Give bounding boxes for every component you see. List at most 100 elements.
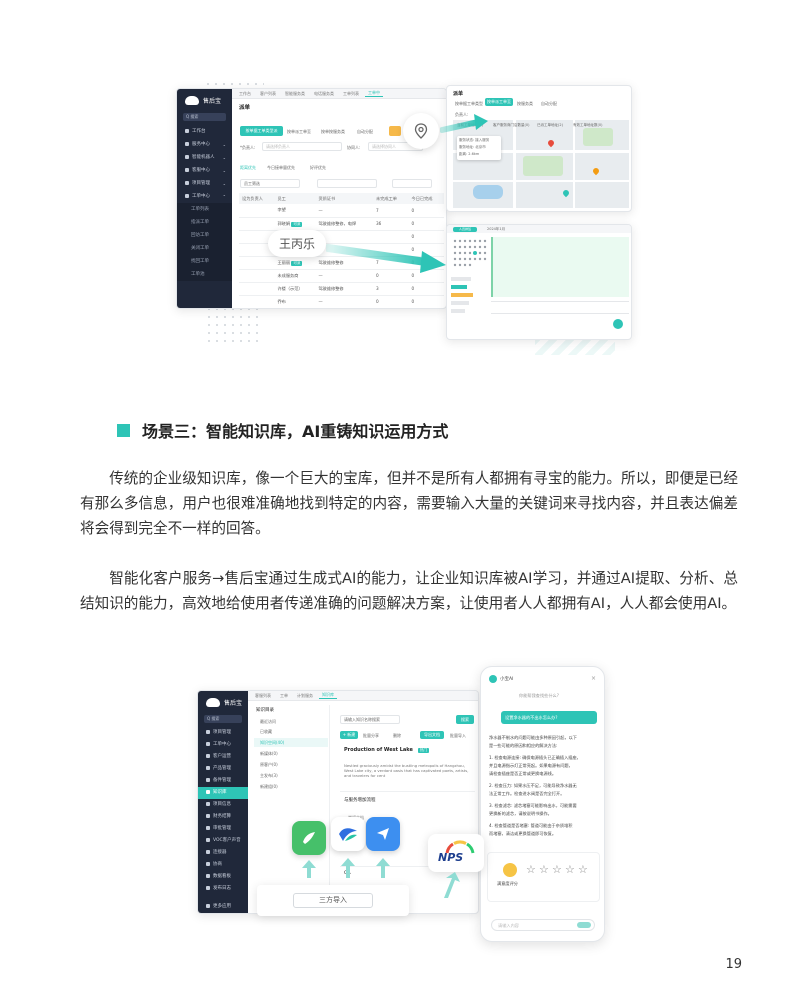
map-pin-icon[interactable] [546,138,556,148]
export-button[interactable]: 导出文档 [420,731,444,739]
filter-select-3[interactable] [392,179,432,188]
sidebar-item[interactable]: 客户运营 [198,751,248,763]
ai-chat-panel: 小宝AI × 你能帮我查找些什么? 设置净水器的不出水怎么办? 净水器不制水的问… [480,666,605,942]
sidebar-item-workbench[interactable]: 工作台 [177,125,232,138]
chat-input[interactable]: 请输入内容 [491,919,595,931]
search-input[interactable]: 请输入知识名称搜索 [340,715,400,724]
import-batch-button[interactable]: 批量导入 [450,733,466,739]
staff-filter-select[interactable]: 员工筛选 [240,179,300,188]
import-card: 三方导入 [257,885,409,916]
filter-tab[interactable]: 按单按服务类 [321,129,345,135]
tree-item[interactable]: 原客户(0) [260,762,278,768]
star-icon[interactable]: ☆ [539,863,549,876]
bottom-tabbar: 客服列表 工单 计划服务 知识库 [248,691,478,701]
chip-today[interactable]: 今日接单量优先 [267,165,295,171]
sidebar-item[interactable]: 项目管理 [198,727,248,739]
sidebar-item-revisit[interactable]: 回访工单 [177,229,232,242]
third-party-import-button[interactable]: 三方导入 [293,893,373,908]
tab[interactable]: 客服列表 [252,693,274,699]
search-button[interactable]: 搜索 [456,715,474,724]
sidebar-item[interactable]: 数据看板 [198,871,248,883]
map-tab[interactable]: 按服务类 [517,101,533,107]
filter-select-2[interactable] [317,179,377,188]
sidebar-item[interactable]: 协商 [198,859,248,871]
star-icon[interactable]: ☆ [578,863,588,876]
answer-line: 3. 检查滤芯: 滤芯堵塞可能影响出水，可能需要 [489,803,577,808]
sidebar-item-closed[interactable]: 关闭工单 [177,242,232,255]
tab-active[interactable]: 工单中 [365,90,383,97]
send-icon[interactable] [577,922,591,928]
sidebar-item-knowledge[interactable]: 知识库 [198,787,248,799]
tree-item[interactable]: 新建组(0) [260,784,278,790]
tab-active[interactable]: 知识库 [319,692,337,699]
tab[interactable]: 计划服务 [294,693,316,699]
sidebar-search[interactable]: Q 搜索 [204,715,242,723]
tree-item[interactable]: 新媒体(0) [260,751,278,757]
sidebar-item-more[interactable]: 更多应用 [198,901,248,913]
article-title[interactable]: Production of West Lake [344,747,413,753]
schedule-block[interactable] [491,237,629,297]
new-button[interactable]: + 新建 [340,731,358,739]
article-title[interactable]: 与服务增加流程 [344,797,376,803]
table-cell: — [315,204,374,218]
tab[interactable]: 工作台 [236,91,254,97]
tree-item-active[interactable]: 知识空间(40) [260,740,284,746]
sidebar-item-project[interactable]: 项目管理 ⌄ [177,177,232,190]
chevron-down-icon: ⌄ [222,142,226,147]
table-cell [239,204,275,218]
sidebar-item[interactable]: 发布日志 [198,883,248,895]
sidebar-item[interactable]: 项目信息 [198,799,248,811]
tab[interactable]: 客户列表 [257,91,279,97]
star-icon[interactable]: ☆ [565,863,575,876]
map-tab[interactable]: 自动分配 [541,101,557,107]
delete-button[interactable]: 删除 [393,733,401,739]
sidebar-item-customer[interactable]: 客服中心 ⌄ [177,164,232,177]
table-row[interactable]: 乔布 —0 0 [239,295,444,308]
sidebar-item-robot[interactable]: 智能机器人 ⌄ [177,151,232,164]
sidebar-item[interactable]: 备件管理 [198,775,248,787]
star-icon[interactable]: ☆ [552,863,562,876]
owner-select[interactable]: 请选择负责人 [262,142,342,151]
column-header: 未完成工单 [373,193,409,204]
sidebar-item-recover[interactable]: 找回工单 [177,255,232,268]
sidebar-search[interactable]: Q 搜索 [183,113,226,121]
sidebar-item[interactable]: 审批管理 [198,823,248,835]
schedule-title: 人员排班 [453,227,477,232]
table-cell [239,269,275,283]
sidebar-item[interactable]: 工单中心 [198,739,248,751]
sidebar-item-ticket-list[interactable]: 工单列表 [177,203,232,216]
dingtalk-app-icon [366,817,400,851]
tab[interactable]: 电话服务类 [311,91,337,97]
sidebar-item-tickets[interactable]: 工单中心 ⌃ [177,190,232,203]
table-cell [239,217,275,231]
location-pin-icon [414,123,428,139]
sidebar-item[interactable]: 财务结算 [198,811,248,823]
map-pin-icon[interactable] [591,166,601,176]
close-icon[interactable]: × [591,675,596,682]
sidebar-item[interactable]: VOC客户声音 [198,835,248,847]
tab[interactable]: 工单 [277,693,291,699]
chip-rating[interactable]: 好评优先 [310,165,326,171]
tab[interactable]: 工单列表 [340,91,362,97]
sidebar-item-assign[interactable]: 指派工单 [177,216,232,229]
sidebar-item-service[interactable]: 服务中心 ⌄ [177,138,232,151]
map-pin-icon[interactable] [561,188,571,198]
sidebar-item[interactable]: 产品管理 [198,763,248,775]
tree-item[interactable]: 主发布(3) [260,773,278,779]
filter-tab[interactable]: 按单派工单至 [287,129,311,135]
table-row[interactable]: 李望 —7 0 [239,204,444,218]
sidebar-item-pool[interactable]: 工单池 [177,268,232,281]
sidebar-item[interactable]: 连接器 [198,847,248,859]
tab[interactable]: 智能服务类 [282,91,308,97]
table-row[interactable]: 许楼（示范） 驾驶维修整修 3 0 [239,282,444,296]
mini-calendar[interactable] [451,237,489,271]
filter-tab-active[interactable]: 按单据工单类型派 [240,126,283,136]
tree-item[interactable]: 已收藏 [260,729,272,735]
chip-distance[interactable]: 距离优先 [240,165,256,171]
star-icon[interactable]: ☆ [526,863,536,876]
filter-tab[interactable]: 自动分配 [357,129,373,135]
chat-bot-icon[interactable] [613,319,623,329]
tree-item[interactable]: 最近访问 [260,719,276,725]
table-row[interactable]: 郭晓娟 可派 驾驶维修整修，电焊 36 0 [239,217,444,231]
share-button[interactable]: 批量分享 [363,733,379,739]
